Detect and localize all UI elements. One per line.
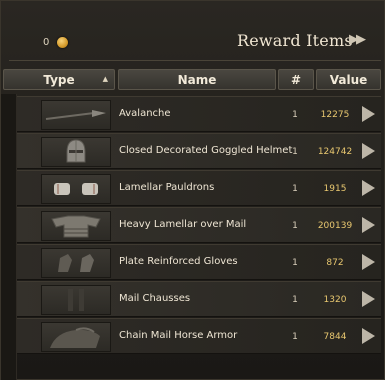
gold-count: 0: [43, 37, 50, 48]
item-count: 1: [292, 184, 298, 194]
item-value: 7844: [323, 332, 347, 342]
header-divider: [9, 60, 381, 61]
item-count: 1: [292, 332, 298, 342]
column-header-value-label: Value: [329, 72, 368, 87]
list-item[interactable]: Closed Decorated Goggled Helmet 1 124742: [17, 133, 381, 169]
list-item[interactable]: Plate Reinforced Gloves 1 872: [17, 244, 381, 280]
item-value: 1915: [323, 184, 347, 194]
item-value: 200139: [317, 221, 353, 231]
item-thumbnail: [41, 248, 111, 278]
column-header-count[interactable]: #: [278, 69, 314, 90]
transfer-arrow-icon[interactable]: [362, 217, 375, 233]
item-count: 1: [292, 295, 298, 305]
column-header-type[interactable]: Type ▲: [3, 69, 115, 90]
reward-items-panel: 0 Reward Items ▶▶ Type ▲ Name # Value Av…: [0, 0, 385, 380]
body-armor-icon: [51, 215, 101, 238]
column-header-type-label: Type: [43, 72, 75, 87]
item-name: Closed Decorated Goggled Helmet: [119, 145, 293, 156]
item-value: 872: [326, 258, 344, 268]
list-item[interactable]: Avalanche 1 12275: [17, 96, 381, 132]
transfer-arrow-icon[interactable]: [362, 106, 375, 122]
item-name: Lamellar Pauldrons: [119, 182, 215, 193]
item-thumbnail: [41, 174, 111, 204]
item-name: Plate Reinforced Gloves: [119, 256, 238, 267]
transfer-arrow-icon[interactable]: [362, 291, 375, 307]
item-value: 12275: [320, 110, 350, 120]
item-thumbnail: [41, 211, 111, 241]
boots-icon: [68, 289, 84, 311]
transfer-arrow-icon[interactable]: [362, 328, 375, 344]
item-thumbnail: [41, 322, 111, 352]
sort-ascending-icon: ▲: [102, 75, 108, 83]
list-item[interactable]: Heavy Lamellar over Mail 1 200139: [17, 207, 381, 243]
item-thumbnail: [41, 137, 111, 167]
item-thumbnail: [41, 285, 111, 315]
item-name: Avalanche: [119, 108, 171, 119]
item-value: 1320: [323, 295, 347, 305]
transfer-arrow-icon[interactable]: [362, 254, 375, 270]
item-name: Heavy Lamellar over Mail: [119, 219, 247, 230]
page-title: Reward Items: [237, 31, 353, 50]
horse-armor-icon: [50, 327, 100, 348]
item-value: 124742: [317, 147, 353, 157]
item-count: 1: [292, 258, 298, 268]
column-header-name-label: Name: [177, 72, 217, 87]
item-count: 1: [292, 147, 298, 157]
column-header-value[interactable]: Value: [316, 69, 381, 90]
list-item[interactable]: Chain Mail Horse Armor 1 7844: [17, 318, 381, 354]
polearm-icon: [45, 110, 106, 120]
item-count: 1: [292, 221, 298, 231]
item-thumbnail: [41, 100, 111, 130]
fast-forward-icon[interactable]: ▶▶: [349, 32, 366, 47]
gloves-icon: [58, 254, 94, 272]
column-header-name[interactable]: Name: [118, 69, 276, 90]
item-name: Chain Mail Horse Armor: [119, 330, 238, 341]
item-name: Mail Chausses: [119, 293, 191, 304]
gold-coin-icon: [57, 37, 68, 48]
list-item[interactable]: Lamellar Pauldrons 1 1915: [17, 170, 381, 206]
helmet-icon: [66, 139, 86, 163]
transfer-arrow-icon[interactable]: [362, 143, 375, 159]
pauldrons-icon: [54, 183, 98, 195]
reward-item-list: Avalanche 1 12275 Closed Decorated Goggl…: [1, 94, 385, 380]
panel-header: 0 Reward Items ▶▶: [1, 15, 385, 65]
column-header-count-label: #: [290, 72, 302, 87]
item-count: 1: [292, 110, 298, 120]
list-item[interactable]: Mail Chausses 1 1320: [17, 281, 381, 317]
transfer-arrow-icon[interactable]: [362, 180, 375, 196]
